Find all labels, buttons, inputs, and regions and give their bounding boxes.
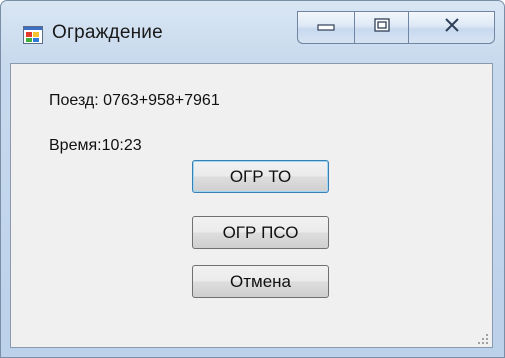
dialog-window: Ограждение Поезд: 0763+958+7961 Время:10… (0, 0, 505, 358)
train-label: Поезд: 0763+958+7961 (49, 92, 220, 109)
minimize-icon (317, 19, 335, 37)
caption-buttons (297, 11, 495, 44)
maximize-button[interactable] (354, 11, 408, 44)
ogr-pso-button[interactable]: ОГР ПСО (192, 216, 329, 249)
ogr-to-button[interactable]: ОГР ТО (192, 160, 329, 193)
close-button[interactable] (408, 11, 495, 44)
dialog-client-area: Поезд: 0763+958+7961 Время:10:23 ОГР ТО … (10, 63, 493, 348)
time-label: Время:10:23 (49, 137, 142, 154)
maximize-icon (373, 18, 390, 37)
title-bar[interactable]: Ограждение (1, 1, 504, 57)
cancel-button[interactable]: Отмена (192, 265, 329, 298)
close-icon (444, 18, 460, 37)
resize-grip-icon[interactable] (477, 332, 489, 344)
minimize-button[interactable] (297, 11, 354, 44)
window-title: Ограждение (52, 22, 163, 43)
app-window-icon (23, 26, 43, 44)
